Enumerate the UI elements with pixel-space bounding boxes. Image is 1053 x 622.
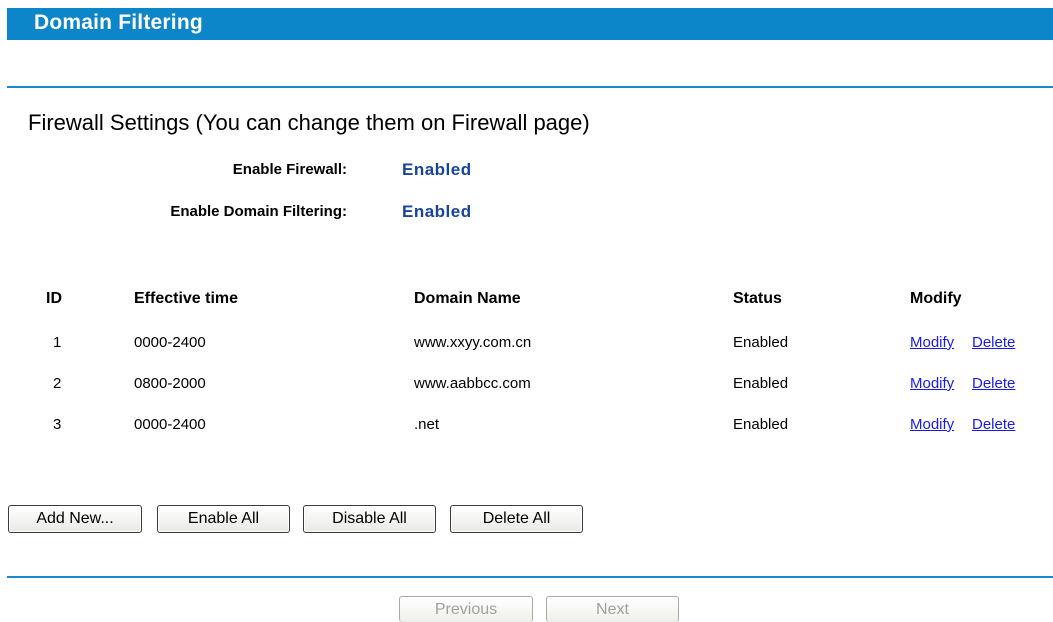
delete-link[interactable]: Delete xyxy=(972,416,1015,433)
row-id: 2 xyxy=(53,375,62,392)
page-title: Domain Filtering xyxy=(34,11,203,34)
column-header-effective-time: Effective time xyxy=(134,290,239,307)
column-header-domain-name: Domain Name xyxy=(414,290,521,307)
disable-all-button[interactable]: Disable All xyxy=(303,505,436,533)
row-effective-time: 0800-2000 xyxy=(134,375,206,392)
next-button[interactable]: Next xyxy=(546,596,679,622)
section-title: Firewall Settings (You can change them o… xyxy=(28,110,590,135)
row-effective-time: 0000-2400 xyxy=(134,416,206,433)
enable-firewall-value: Enabled xyxy=(402,160,472,179)
enable-firewall-label: Enable Firewall: xyxy=(232,161,347,178)
divider-top xyxy=(7,86,1053,88)
row-status: Enabled xyxy=(733,334,789,351)
enable-domain-filtering-value: Enabled xyxy=(402,202,472,221)
enable-all-button[interactable]: Enable All xyxy=(157,505,290,533)
delete-link[interactable]: Delete xyxy=(972,334,1015,351)
divider-bottom xyxy=(7,576,1053,578)
row-status: Enabled xyxy=(733,416,789,433)
previous-button[interactable]: Previous xyxy=(399,596,533,622)
modify-link[interactable]: Modify xyxy=(910,375,954,392)
column-header-status: Status xyxy=(733,290,782,307)
enable-domain-filtering-label: Enable Domain Filtering: xyxy=(170,203,347,220)
title-bar: Domain Filtering xyxy=(7,8,1053,40)
delete-all-button[interactable]: Delete All xyxy=(450,505,583,533)
row-effective-time: 0000-2400 xyxy=(134,334,206,351)
row-id: 1 xyxy=(53,334,62,351)
column-header-modify: Modify xyxy=(910,290,962,307)
modify-link[interactable]: Modify xyxy=(910,416,954,433)
row-status: Enabled xyxy=(733,375,789,392)
row-domain-name: www.aabbcc.com xyxy=(414,375,531,392)
delete-link[interactable]: Delete xyxy=(972,375,1015,392)
modify-link[interactable]: Modify xyxy=(910,334,954,351)
row-id: 3 xyxy=(53,416,62,433)
row-domain-name: www.xxyy.com.cn xyxy=(414,334,532,351)
row-domain-name: .net xyxy=(414,416,440,433)
column-header-id: ID xyxy=(46,290,62,307)
add-new-button[interactable]: Add New... xyxy=(8,505,142,533)
